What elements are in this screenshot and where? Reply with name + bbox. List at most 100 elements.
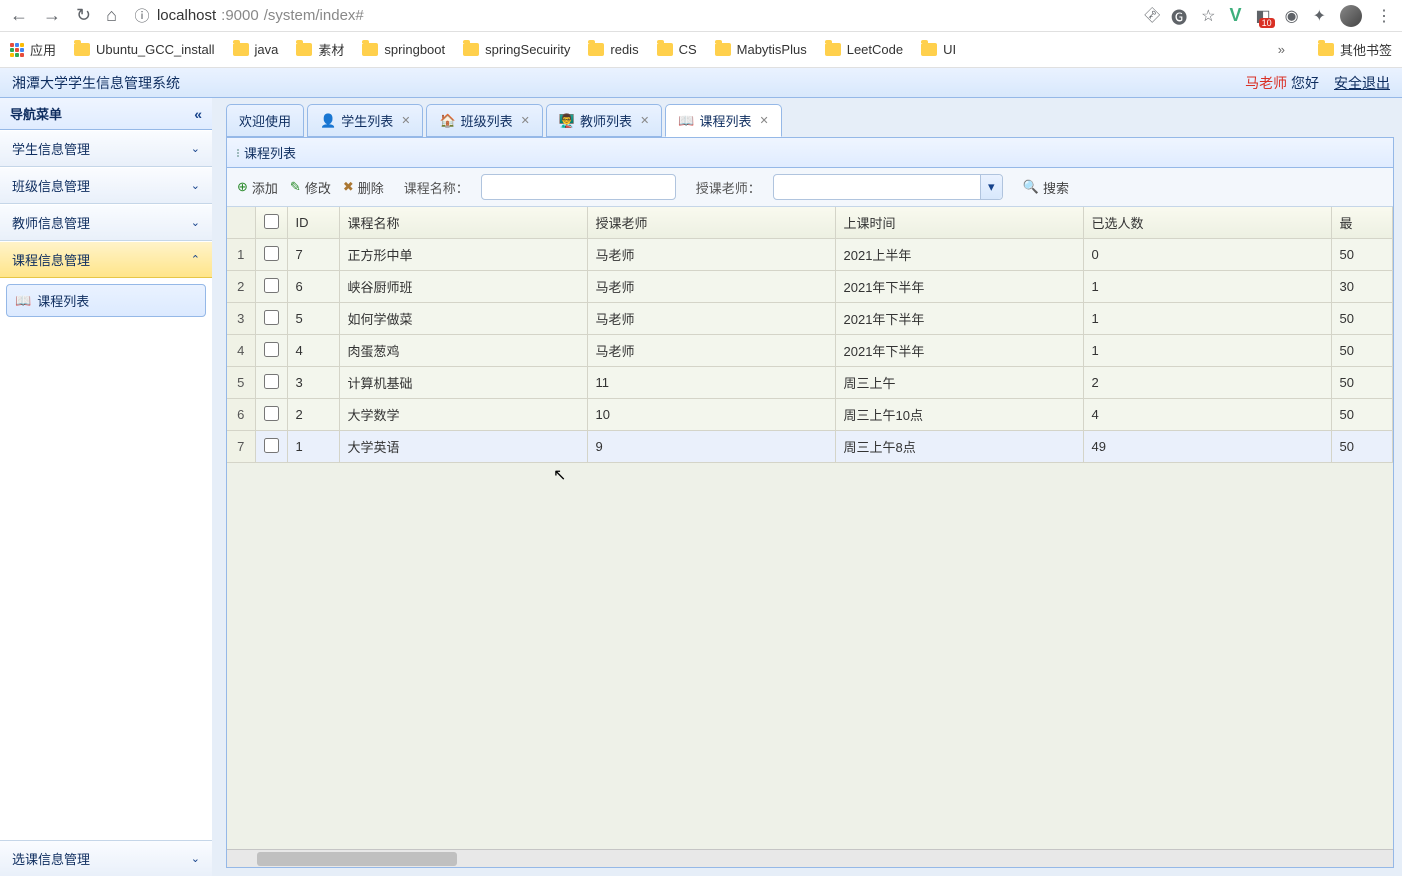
cell-teacher: 9: [587, 431, 835, 463]
bookmark-leetcode[interactable]: LeetCode: [825, 42, 903, 57]
bookmark-ui[interactable]: UI: [921, 42, 956, 57]
close-icon[interactable]: ✕: [640, 114, 649, 127]
book-icon: 📖: [678, 113, 694, 129]
menu-icon[interactable]: ⋮: [1376, 6, 1392, 26]
row-checkbox[interactable]: [264, 374, 279, 389]
sidebar-item-selection[interactable]: 选课信息管理⌄: [0, 840, 212, 876]
teacher-combo[interactable]: ▾: [773, 174, 1003, 200]
sidebar-subitem-course-list[interactable]: 📖 课程列表: [6, 284, 206, 317]
sidebar-item-teacher[interactable]: 教师信息管理⌄: [0, 204, 212, 241]
info-icon[interactable]: ⓘ: [132, 6, 152, 26]
bookmark-other[interactable]: 其他书签: [1318, 40, 1392, 59]
bookmark-sucai[interactable]: 素材: [296, 40, 344, 59]
key-icon[interactable]: ⚿: [1140, 5, 1161, 26]
folder-icon: [233, 43, 249, 56]
chevron-down-icon: ⌄: [191, 216, 200, 229]
row-checkbox[interactable]: [264, 438, 279, 453]
bookmark-springsecurity[interactable]: springSecuirity: [463, 42, 570, 57]
bookmark-java[interactable]: java: [233, 42, 279, 57]
add-button[interactable]: ⊕添加: [237, 178, 278, 197]
main-area: 欢迎使用 👤学生列表✕ 🏠班级列表✕ 👨‍🏫教师列表✕ 📖课程列表✕ 课程列表 …: [218, 98, 1402, 876]
sidebar-item-student[interactable]: 学生信息管理⌄: [0, 130, 212, 167]
extensions-icon[interactable]: ✦: [1313, 6, 1326, 26]
reload-button[interactable]: ↻: [76, 5, 91, 26]
course-name-input[interactable]: [481, 174, 676, 200]
vue-icon[interactable]: V: [1229, 5, 1241, 26]
folder-icon: [921, 43, 937, 56]
bookmarks-more[interactable]: »: [1278, 42, 1285, 57]
row-checkbox[interactable]: [264, 246, 279, 261]
browser-toolbar: ← → ↻ ⌂ ⓘ localhost:9000/system/index# ⚿…: [0, 0, 1402, 32]
select-all-checkbox[interactable]: [264, 214, 279, 229]
cell-selected: 4: [1083, 399, 1331, 431]
table-header-row: ID 课程名称 授课老师 上课时间 已选人数 最: [227, 207, 1393, 239]
url-path: /system/index#: [264, 7, 364, 24]
edit-button[interactable]: ✎修改: [290, 178, 331, 197]
table-row[interactable]: 62大学数学10周三上午10点450: [227, 399, 1393, 431]
search-button[interactable]: 🔍搜索: [1023, 178, 1069, 197]
cell-rownum: 2: [227, 271, 255, 303]
tab-welcome[interactable]: 欢迎使用: [226, 104, 304, 137]
apps-button[interactable]: 应用: [10, 40, 56, 59]
folder-icon: [296, 43, 312, 56]
tab-classes[interactable]: 🏠班级列表✕: [426, 104, 542, 137]
tab-teachers[interactable]: 👨‍🏫教师列表✕: [546, 104, 662, 137]
horizontal-scrollbar[interactable]: [227, 849, 1393, 867]
tab-courses[interactable]: 📖课程列表✕: [665, 104, 781, 137]
chevron-down-icon[interactable]: ▾: [980, 175, 1002, 199]
header-id[interactable]: ID: [287, 207, 339, 239]
header-selected[interactable]: 已选人数: [1083, 207, 1331, 239]
logout-link[interactable]: 安全退出: [1334, 73, 1390, 93]
header-max[interactable]: 最: [1331, 207, 1393, 239]
row-checkbox[interactable]: [264, 310, 279, 325]
bookmark-cs[interactable]: CS: [657, 42, 697, 57]
user-name: 马老师: [1245, 75, 1287, 91]
table-row[interactable]: 17正方形中单马老师2021上半年050: [227, 239, 1393, 271]
sidebar-item-course[interactable]: 课程信息管理⌃: [0, 241, 212, 278]
bookmark-redis[interactable]: redis: [588, 42, 638, 57]
row-checkbox[interactable]: [264, 342, 279, 357]
table-row[interactable]: 35如何学做菜马老师2021年下半年150: [227, 303, 1393, 335]
back-button[interactable]: ←: [10, 5, 28, 26]
close-icon[interactable]: ✕: [401, 114, 410, 127]
forward-button[interactable]: →: [43, 5, 61, 26]
cell-id: 7: [287, 239, 339, 271]
translate-icon[interactable]: 🅖: [1171, 4, 1187, 28]
delete-button[interactable]: ✖删除: [343, 178, 384, 197]
panel: 课程列表 ⊕添加 ✎修改 ✖删除 课程名称： 授课老师： ▾ 🔍搜索: [226, 137, 1394, 868]
bookmark-ubuntu[interactable]: Ubuntu_GCC_install: [74, 42, 215, 57]
url-bar[interactable]: ⓘ localhost:9000/system/index#: [132, 6, 1130, 26]
table-row[interactable]: 44肉蛋葱鸡马老师2021年下半年150: [227, 335, 1393, 367]
close-icon[interactable]: ✕: [759, 114, 768, 127]
collapse-icon[interactable]: «: [194, 106, 202, 122]
table-row[interactable]: 53计算机基础11周三上午250: [227, 367, 1393, 399]
tab-students[interactable]: 👤学生列表✕: [307, 104, 423, 137]
table-row[interactable]: 26峡谷厨师班马老师2021年下半年130: [227, 271, 1393, 303]
cell-time: 周三上午8点: [835, 431, 1083, 463]
cell-name: 计算机基础: [339, 367, 587, 399]
student-icon: 👤: [320, 113, 336, 129]
bookmark-springboot[interactable]: springboot: [362, 42, 445, 57]
table-row[interactable]: 71大学英语9周三上午8点4950: [227, 431, 1393, 463]
cell-selected: 1: [1083, 271, 1331, 303]
scrollbar-thumb[interactable]: [257, 852, 457, 866]
extension-icon[interactable]: ◧10: [1256, 6, 1271, 26]
row-checkbox[interactable]: [264, 278, 279, 293]
header-teacher[interactable]: 授课老师: [587, 207, 835, 239]
header-time[interactable]: 上课时间: [835, 207, 1083, 239]
bookmark-mybatisplus[interactable]: MabytisPlus: [715, 42, 807, 57]
cell-selected: 49: [1083, 431, 1331, 463]
record-icon[interactable]: ◉: [1285, 6, 1299, 26]
app-title: 湘潭大学学生信息管理系统: [12, 73, 180, 93]
greeting: 您好: [1291, 75, 1319, 91]
sidebar-item-class[interactable]: 班级信息管理⌄: [0, 167, 212, 204]
cell-name: 大学数学: [339, 399, 587, 431]
avatar-icon[interactable]: [1340, 5, 1362, 27]
close-icon[interactable]: ✕: [521, 114, 530, 127]
course-name-label: 课程名称：: [404, 178, 469, 197]
home-button[interactable]: ⌂: [106, 5, 117, 26]
chevron-up-icon: ⌃: [191, 253, 200, 266]
row-checkbox[interactable]: [264, 406, 279, 421]
header-name[interactable]: 课程名称: [339, 207, 587, 239]
star-icon[interactable]: ☆: [1201, 6, 1215, 26]
